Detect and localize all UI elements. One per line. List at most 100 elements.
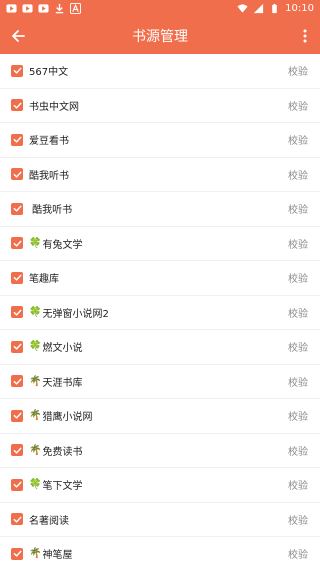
source-name: 🌴 天涯书库	[29, 374, 82, 389]
source-checkbox[interactable]	[11, 237, 23, 250]
source-checkbox[interactable]	[11, 168, 23, 181]
wifi-icon	[237, 4, 248, 13]
source-name: 🌴 猎鹰小说网	[29, 408, 92, 423]
list-item[interactable]: 🍀 有兔文学 校验	[0, 227, 320, 261]
verify-button[interactable]: 校验	[288, 270, 308, 285]
download-icon	[55, 3, 64, 14]
source-name-text: 天涯书库	[42, 377, 83, 389]
source-checkbox[interactable]	[11, 64, 23, 77]
list-item[interactable]: 🍀 无弹窗小说网2 校验	[0, 296, 320, 330]
list-item[interactable]: 🌴 天涯书库 校验	[0, 365, 320, 399]
verify-button[interactable]: 校验	[288, 132, 308, 147]
app-bar: 书源管理	[0, 17, 320, 54]
verify-button[interactable]: 校验	[288, 339, 308, 354]
checkmark-icon	[13, 136, 21, 143]
checkmark-icon	[13, 102, 21, 109]
source-checkbox[interactable]	[11, 271, 23, 284]
source-checkbox[interactable]	[11, 409, 23, 422]
source-name: 书虫中文网	[29, 98, 79, 113]
verify-button[interactable]: 校验	[288, 98, 308, 113]
checkmark-icon	[13, 274, 21, 281]
source-name: 酷我听书	[29, 201, 72, 216]
source-name: 笔趣库	[29, 270, 59, 285]
source-name-text: 神笔屋	[42, 550, 73, 562]
verify-button[interactable]: 校验	[288, 512, 308, 527]
list-item[interactable]: 名著阅读 校验	[0, 503, 320, 537]
verify-button[interactable]: 校验	[288, 63, 308, 78]
source-name-text: 名著阅读	[29, 515, 69, 527]
list-item[interactable]: 🌴 免费读书 校验	[0, 434, 320, 468]
list-item[interactable]: 🌴 猎鹰小说网 校验	[0, 399, 320, 434]
verify-button[interactable]: 校验	[288, 305, 308, 320]
checkmark-icon	[13, 378, 21, 385]
source-name-text: 免费读书	[42, 446, 83, 458]
page-title: 书源管理	[132, 28, 188, 45]
leaf-icon: 🌴	[29, 375, 42, 387]
source-checkbox[interactable]	[11, 478, 23, 491]
play-store-icon	[6, 4, 17, 13]
source-checkbox[interactable]	[11, 99, 23, 112]
play-store-icon	[38, 4, 49, 13]
checkmark-icon	[13, 550, 21, 557]
source-checkbox[interactable]	[11, 547, 23, 560]
checkmark-icon	[13, 343, 21, 350]
source-name-text: 书虫中文网	[29, 101, 79, 113]
source-checkbox[interactable]	[11, 133, 23, 146]
leaf-icon: 🍀	[29, 479, 42, 491]
verify-button[interactable]: 校验	[288, 443, 308, 458]
source-checkbox[interactable]	[11, 306, 23, 319]
more-options-button[interactable]	[290, 17, 320, 54]
list-item[interactable]: 🍀 燃文小说 校验	[0, 330, 320, 365]
list-item[interactable]: 🍀 笔下文学 校验	[0, 468, 320, 503]
verify-button[interactable]: 校验	[288, 546, 308, 561]
source-name-text: 笔下文学	[42, 481, 83, 493]
checkmark-icon	[13, 447, 21, 454]
signal-icon	[254, 3, 264, 14]
verify-button[interactable]: 校验	[288, 201, 308, 216]
source-checkbox[interactable]	[11, 444, 23, 457]
list-item[interactable]: 酷我听书 校验	[0, 158, 320, 192]
source-name: 🍀 无弹窗小说网2	[29, 305, 109, 320]
leaf-icon: 🍀	[29, 237, 42, 249]
battery-icon	[272, 3, 277, 14]
source-name: 🌴 神笔屋	[29, 546, 72, 561]
leaf-icon: 🍀	[29, 306, 42, 318]
source-name: 🍀 有兔文学	[29, 236, 82, 251]
source-name-text: 燃文小说	[42, 343, 83, 355]
source-name-text: 笔趣库	[29, 274, 59, 286]
source-name: 🌴 免费读书	[29, 443, 82, 458]
status-left-icons	[6, 3, 81, 14]
font-a-icon	[70, 3, 81, 14]
source-name-text: 567中文	[29, 67, 69, 79]
verify-button[interactable]: 校验	[288, 236, 308, 251]
source-name-text: 猎鹰小说网	[42, 412, 93, 424]
book-source-list: 567中文 校验 书虫中文网 校验 爱豆看书 校验 酷我听书 校验 酷我听书 校验 🍀 有兔文学 校验…	[0, 54, 320, 568]
status-right-icons: 10:10	[237, 3, 314, 14]
source-name-text: 无弹窗小说网2	[42, 308, 109, 320]
arrow-left-icon	[12, 29, 25, 42]
list-item[interactable]: 爱豆看书 校验	[0, 123, 320, 158]
verify-button[interactable]: 校验	[288, 408, 308, 423]
back-button[interactable]	[0, 17, 36, 54]
more-vert-icon	[303, 29, 307, 42]
checkmark-icon	[13, 171, 21, 178]
verify-button[interactable]: 校验	[288, 167, 308, 182]
source-checkbox[interactable]	[11, 340, 23, 353]
list-item[interactable]: 567中文 校验	[0, 54, 320, 89]
list-item[interactable]: 🌴 神笔屋 校验	[0, 537, 320, 568]
source-name: 名著阅读	[29, 512, 69, 527]
source-checkbox[interactable]	[11, 513, 23, 526]
verify-button[interactable]: 校验	[288, 374, 308, 389]
list-item[interactable]: 笔趣库 校验	[0, 261, 320, 296]
checkmark-icon	[13, 516, 21, 523]
checkmark-icon	[13, 205, 21, 212]
source-checkbox[interactable]	[11, 202, 23, 215]
source-checkbox[interactable]	[11, 375, 23, 388]
list-item[interactable]: 酷我听书 校验	[0, 192, 320, 227]
source-name: 🍀 燃文小说	[29, 339, 82, 354]
leaf-icon: 🌴	[29, 410, 42, 422]
source-name: 🍀 笔下文学	[29, 477, 82, 492]
status-bar: 10:10	[0, 0, 320, 17]
list-item[interactable]: 书虫中文网 校验	[0, 89, 320, 123]
verify-button[interactable]: 校验	[288, 477, 308, 492]
